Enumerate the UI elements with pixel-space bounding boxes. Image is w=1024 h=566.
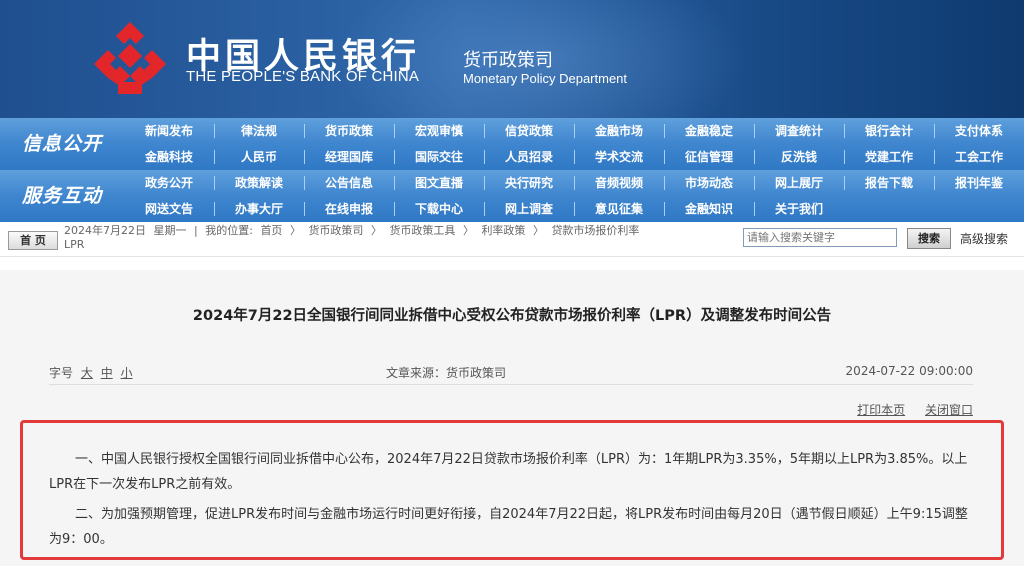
nav-item[interactable]: 银行会计 — [844, 118, 934, 144]
chevron-right-icon: 〉 — [289, 224, 301, 237]
nav-item[interactable]: 公告信息 — [304, 170, 394, 196]
home-button[interactable]: 首 页 — [8, 231, 58, 250]
nav-item[interactable]: 党建工作 — [844, 144, 934, 170]
nav-item[interactable]: 金融稳定 — [664, 118, 754, 144]
breadcrumb-link-lpr[interactable]: 贷款市场报价利率 — [551, 224, 639, 237]
search-button[interactable]: 搜索 — [907, 228, 951, 249]
nav-item[interactable]: 金融市场 — [574, 118, 664, 144]
nav-item[interactable]: 工会工作 — [934, 144, 1024, 170]
nav-item[interactable]: 网上展厅 — [754, 170, 844, 196]
location-label: 我的位置: — [205, 224, 253, 237]
bank-name-en: THE PEOPLE'S BANK OF CHINA — [186, 68, 420, 85]
pboc-emblem-icon — [94, 22, 166, 94]
font-size-label: 字号 — [49, 366, 74, 380]
nav-item[interactable]: 市场动态 — [664, 170, 754, 196]
nav-item[interactable]: 网上调查 — [484, 196, 574, 222]
font-size-small[interactable]: 小 — [121, 366, 133, 380]
nav-item[interactable]: 支付体系 — [934, 118, 1024, 144]
nav-row: 政务公开 政策解读 公告信息 图文直播 央行研究 音频视频 市场动态 网上展厅 … — [124, 170, 1024, 196]
department-name-cn: 货币政策司 — [463, 50, 553, 71]
breadcrumb-link-lpr-tail[interactable]: LPR — [64, 238, 84, 251]
advanced-search-link[interactable]: 高级搜索 — [960, 230, 1008, 247]
nav-item[interactable]: 人民币 — [214, 144, 304, 170]
font-size-switcher: 字号 大 中 小 — [49, 364, 133, 381]
current-date: 2024年7月22日 — [64, 224, 146, 237]
nav-item[interactable]: 报刊年鉴 — [934, 170, 1024, 196]
breadcrumb-separator: | — [194, 224, 198, 237]
nav-item[interactable]: 办事大厅 — [214, 196, 304, 222]
breadcrumb: 2024年7月22日 星期一 | 我的位置: 首页 〉 货币政策司 〉 货币政策… — [64, 224, 734, 252]
department-name-en: Monetary Policy Department — [463, 71, 628, 86]
print-page-link[interactable]: 打印本页 — [857, 403, 905, 417]
font-size-large[interactable]: 大 — [81, 366, 93, 380]
nav-item[interactable]: 反洗钱 — [754, 144, 844, 170]
nav-item[interactable]: 经理国库 — [304, 144, 394, 170]
nav-item[interactable]: 宏观审慎 — [394, 118, 484, 144]
nav-item[interactable]: 图文直播 — [394, 170, 484, 196]
search-input[interactable] — [743, 228, 897, 247]
nav-item[interactable]: 金融知识 — [664, 196, 754, 222]
nav-item[interactable]: 政策解读 — [214, 170, 304, 196]
article-title: 2024年7月22日全国银行间同业拆借中心受权公布贷款市场报价利率（LPR）及调… — [192, 308, 832, 324]
nav-group-title: 信息公开 — [21, 133, 102, 155]
nav-item[interactable]: 信贷政策 — [484, 118, 574, 144]
close-window-link[interactable]: 关闭窗口 — [925, 403, 973, 417]
nav-item[interactable]: 政务公开 — [124, 170, 214, 196]
font-size-medium[interactable]: 中 — [101, 366, 113, 380]
breadcrumb-link-rate-policy[interactable]: 利率政策 — [481, 224, 525, 237]
nav-row: 新闻发布 律法规 货币政策 宏观审慎 信贷政策 金融市场 金融稳定 调查统计 银… — [124, 118, 1024, 144]
nav-item[interactable]: 央行研究 — [484, 170, 574, 196]
nav-item[interactable]: 音频视频 — [574, 170, 664, 196]
nav-item[interactable]: 学术交流 — [574, 144, 664, 170]
chevron-right-icon: 〉 — [532, 224, 544, 237]
nav-item[interactable]: 下载中心 — [394, 196, 484, 222]
nav-item[interactable]: 国际交往 — [394, 144, 484, 170]
article-source: 文章来源：货币政策司 — [386, 366, 507, 380]
nav-item[interactable]: 律法规 — [214, 118, 304, 144]
nav-item[interactable]: 意见征集 — [574, 196, 664, 222]
nav-row: 网送文告 办事大厅 在线申报 下载中心 网上调查 意见征集 金融知识 关于我们 — [124, 196, 844, 222]
breadcrumb-link-department[interactable]: 货币政策司 — [308, 224, 363, 237]
article-area: 2024年7月22日全国银行间同业拆借中心受权公布贷款市场报价利率（LPR）及调… — [0, 270, 1024, 566]
nav-item[interactable]: 网送文告 — [124, 196, 214, 222]
nav-item[interactable]: 征信管理 — [664, 144, 754, 170]
nav-item[interactable]: 金融科技 — [124, 144, 214, 170]
breadcrumb-bar: 首 页 2024年7月22日 星期一 | 我的位置: 首页 〉 货币政策司 〉 … — [0, 222, 1024, 257]
nav-group-title: 服务互动 — [21, 185, 102, 207]
current-weekday: 星期一 — [153, 224, 187, 237]
nav-item[interactable]: 货币政策 — [304, 118, 394, 144]
nav-item[interactable]: 新闻发布 — [124, 118, 214, 144]
nav-item[interactable]: 调查统计 — [754, 118, 844, 144]
nav-item[interactable]: 人员招录 — [484, 144, 574, 170]
article-meta: 字号 大 中 小 文章来源：货币政策司 2024-07-22 09:00:00 — [49, 360, 973, 385]
article-paragraph-2: 二、为加强预期管理，促进LPR发布时间与金融市场运行时间更好衔接，自2024年7… — [49, 507, 968, 547]
nav-row: 金融科技 人民币 经理国库 国际交往 人员招录 学术交流 征信管理 反洗钱 党建… — [124, 144, 1024, 170]
breadcrumb-link-home[interactable]: 首页 — [260, 224, 282, 237]
nav-item[interactable]: 关于我们 — [754, 196, 844, 222]
nav-item[interactable]: 在线申报 — [304, 196, 394, 222]
nav-group-info-disclosure: 信息公开 新闻发布 律法规 货币政策 宏观审慎 信贷政策 金融市场 金融稳定 调… — [0, 118, 1024, 171]
nav-item[interactable]: 报告下载 — [844, 170, 934, 196]
header-banner: 中国人民银行 THE PEOPLE'S BANK OF CHINA 货币政策司 … — [0, 0, 1024, 118]
breadcrumb-link-tools[interactable]: 货币政策工具 — [389, 224, 455, 237]
article-tools: 打印本页 关闭窗口 — [841, 401, 973, 418]
nav-group-service-interaction: 服务互动 政务公开 政策解读 公告信息 图文直播 央行研究 音频视频 市场动态 … — [0, 170, 1024, 223]
chevron-right-icon: 〉 — [462, 224, 474, 237]
chevron-right-icon: 〉 — [370, 224, 382, 237]
main-navigation: 信息公开 新闻发布 律法规 货币政策 宏观审慎 信贷政策 金融市场 金融稳定 调… — [0, 118, 1024, 223]
article-date: 2024-07-22 09:00:00 — [845, 364, 973, 378]
article-paragraph-1: 一、中国人民银行授权全国银行间同业拆借中心公布，2024年7月22日贷款市场报价… — [49, 452, 968, 492]
